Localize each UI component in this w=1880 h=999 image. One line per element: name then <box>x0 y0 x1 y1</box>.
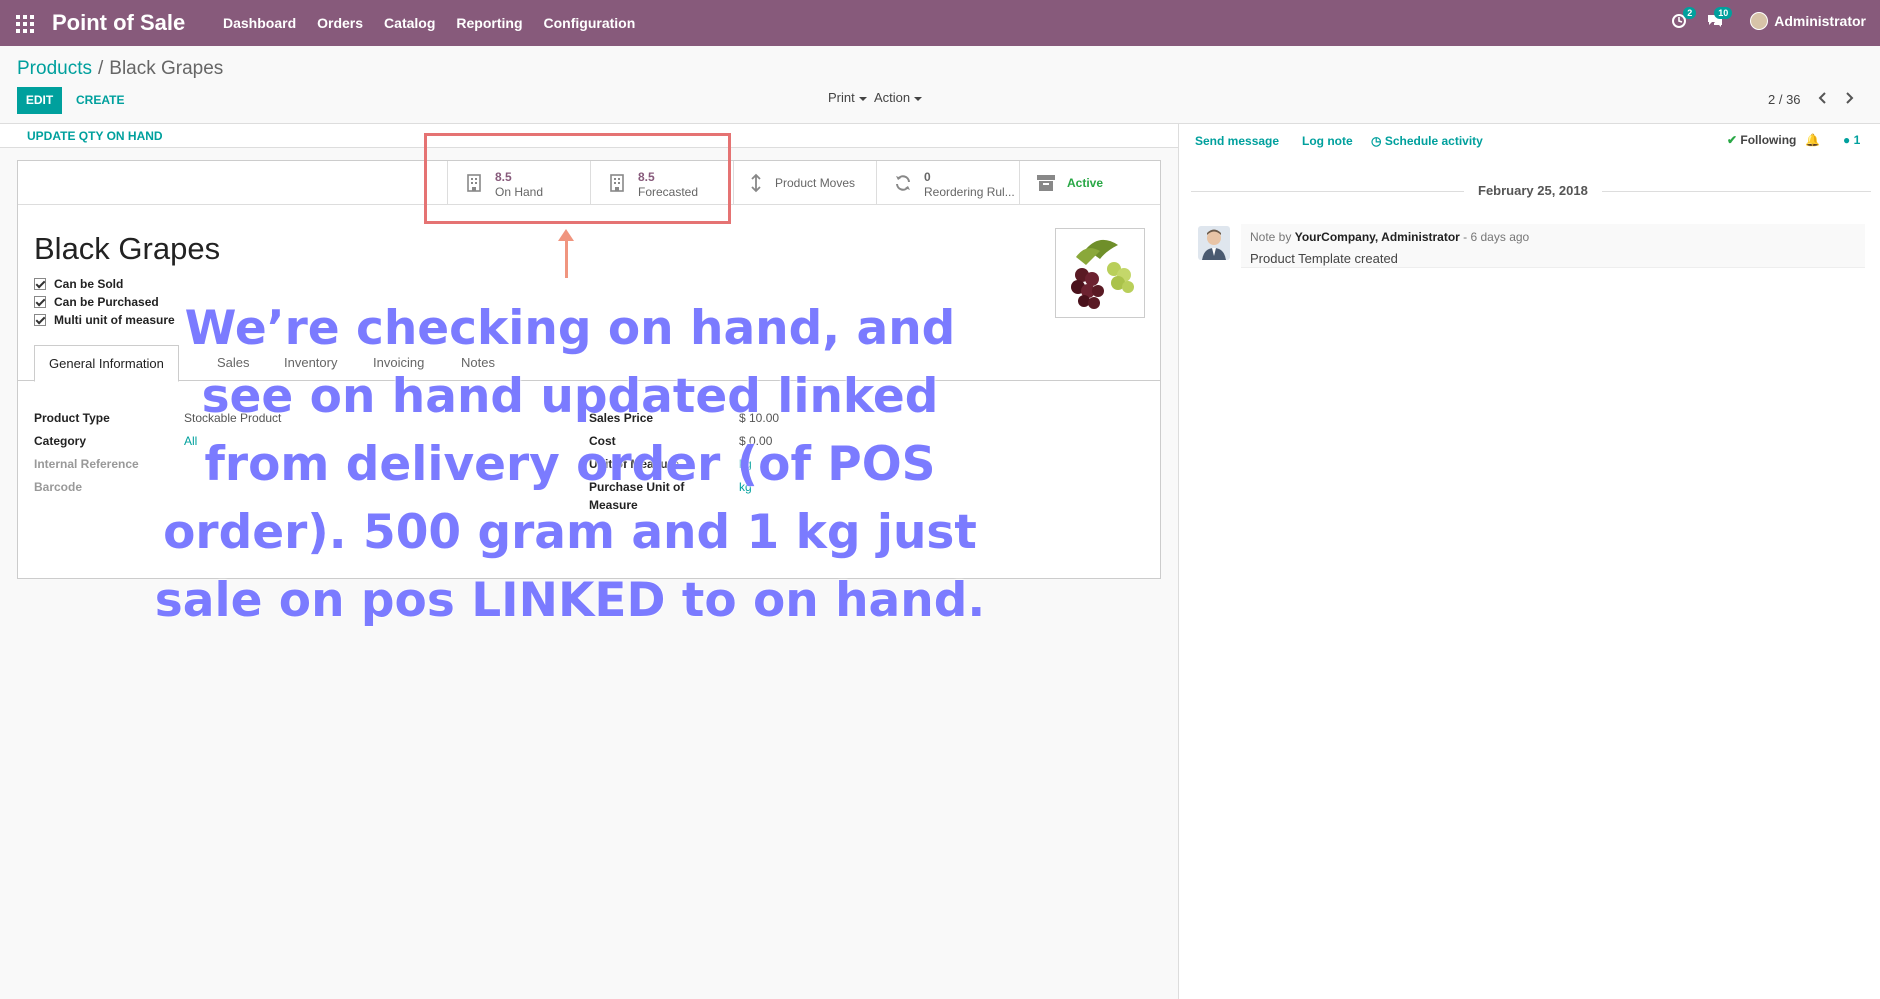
menu-item-dashboard[interactable]: Dashboard <box>223 15 296 31</box>
menu-item-orders[interactable]: Orders <box>317 15 363 31</box>
activity-badge: 2 <box>1683 7 1697 19</box>
following-label: Following <box>1740 133 1797 147</box>
clock-icon: ◷ <box>1371 134 1385 148</box>
pager-previous-icon[interactable] <box>1815 89 1831 107</box>
arrows-vertical-icon <box>746 173 766 193</box>
active-label: Active <box>1067 176 1104 190</box>
following-button[interactable]: ✔ Following <box>1727 133 1796 147</box>
followers-count: 1 <box>1853 133 1861 147</box>
action-dropdown[interactable]: Action <box>874 90 923 105</box>
systray: 2 10 Administrator <box>1670 7 1866 30</box>
bell-icon[interactable]: 🔔 <box>1805 133 1820 147</box>
internal-reference-label: Internal Reference <box>34 457 139 471</box>
chatter-panel: Send message Log note ◷ Schedule activit… <box>1178 124 1880 999</box>
activity-clock-icon[interactable]: 2 <box>1670 7 1697 30</box>
create-button[interactable]: CREATE <box>76 93 124 107</box>
main-menu: Dashboard Orders Catalog Reporting Confi… <box>223 15 656 31</box>
log-note-button[interactable]: Log note <box>1302 134 1353 148</box>
breadcrumb-separator: / <box>97 58 104 79</box>
update-qty-button[interactable]: UPDATE QTY ON HAND <box>27 129 163 143</box>
pager-value[interactable]: 2 / 36 <box>1768 92 1801 107</box>
messages-icon[interactable]: 10 <box>1706 7 1733 30</box>
note-time: - 6 days ago <box>1463 230 1530 244</box>
reordering-rules-button[interactable]: 0 Reordering Rul... <box>876 161 1019 205</box>
schedule-activity-label: Schedule activity <box>1384 134 1483 148</box>
print-caret-icon <box>858 96 867 101</box>
barcode-label: Barcode <box>34 480 83 494</box>
print-label: Print <box>828 90 855 105</box>
note-prefix: Note by <box>1250 230 1292 244</box>
can-be-purchased-checkbox[interactable]: Can be Purchased <box>34 294 159 310</box>
edit-button[interactable]: EDIT <box>17 87 62 114</box>
menu-item-catalog[interactable]: Catalog <box>384 15 435 31</box>
product-moves-label: Product Moves <box>775 176 856 190</box>
schedule-activity-button[interactable]: ◷ Schedule activity <box>1371 134 1483 148</box>
date-separator: February 25, 2018 <box>1464 183 1602 198</box>
can-be-sold-label: Can be Sold <box>54 277 124 291</box>
top-navbar: Point of Sale Dashboard Orders Catalog R… <box>0 0 1880 46</box>
message-body: Product Template created <box>1250 251 1398 266</box>
annotation-text: We’re checking on hand, and see on hand … <box>154 301 986 628</box>
reordering-value: 0 <box>924 170 931 184</box>
menu-item-configuration[interactable]: Configuration <box>544 15 636 31</box>
followers-button[interactable]: ● 1 <box>1843 133 1860 147</box>
action-caret-icon <box>914 96 923 101</box>
apps-menu-icon[interactable] <box>16 15 34 33</box>
note-author[interactable]: YourCompany, Administrator <box>1295 230 1460 244</box>
checkbox-checked-icon <box>34 314 46 326</box>
product-moves-button[interactable]: Product Moves <box>733 161 876 205</box>
app-title[interactable]: Point of Sale <box>52 10 185 36</box>
checkbox-checked-icon <box>34 278 46 290</box>
checkbox-checked-icon <box>34 296 46 308</box>
archive-icon <box>1036 173 1056 193</box>
breadcrumb-products[interactable]: Products <box>17 58 92 79</box>
user-avatar[interactable] <box>1750 12 1769 30</box>
user-icon: ● <box>1843 133 1854 147</box>
arrow-shaft <box>565 238 568 278</box>
product-name: Black Grapes <box>34 231 221 266</box>
action-label: Action <box>874 90 911 105</box>
send-message-button[interactable]: Send message <box>1195 134 1279 148</box>
can-be-purchased-label: Can be Purchased <box>54 295 159 309</box>
check-icon: ✔ <box>1727 133 1741 147</box>
messages-badge: 10 <box>1714 7 1733 19</box>
menu-item-reporting[interactable]: Reporting <box>456 15 522 31</box>
product-image[interactable] <box>1055 228 1145 318</box>
message-meta: Note by YourCompany, Administrator - 6 d… <box>1250 230 1529 244</box>
print-dropdown[interactable]: Print <box>828 90 867 105</box>
category-label: Category <box>34 434 87 448</box>
refresh-icon <box>893 173 913 193</box>
product-type-label: Product Type <box>34 411 110 425</box>
pager-next-icon[interactable] <box>1841 89 1857 107</box>
author-avatar[interactable] <box>1198 226 1230 260</box>
can-be-sold-checkbox[interactable]: Can be Sold <box>34 276 123 292</box>
highlight-box <box>424 133 731 224</box>
active-toggle-button[interactable]: Active <box>1019 161 1160 205</box>
reordering-label: Reordering Rul... <box>924 185 1015 199</box>
breadcrumb-current: Black Grapes <box>109 58 224 79</box>
breadcrumb: Products / Black Grapes <box>17 58 223 80</box>
user-menu[interactable]: Administrator <box>1774 13 1866 29</box>
